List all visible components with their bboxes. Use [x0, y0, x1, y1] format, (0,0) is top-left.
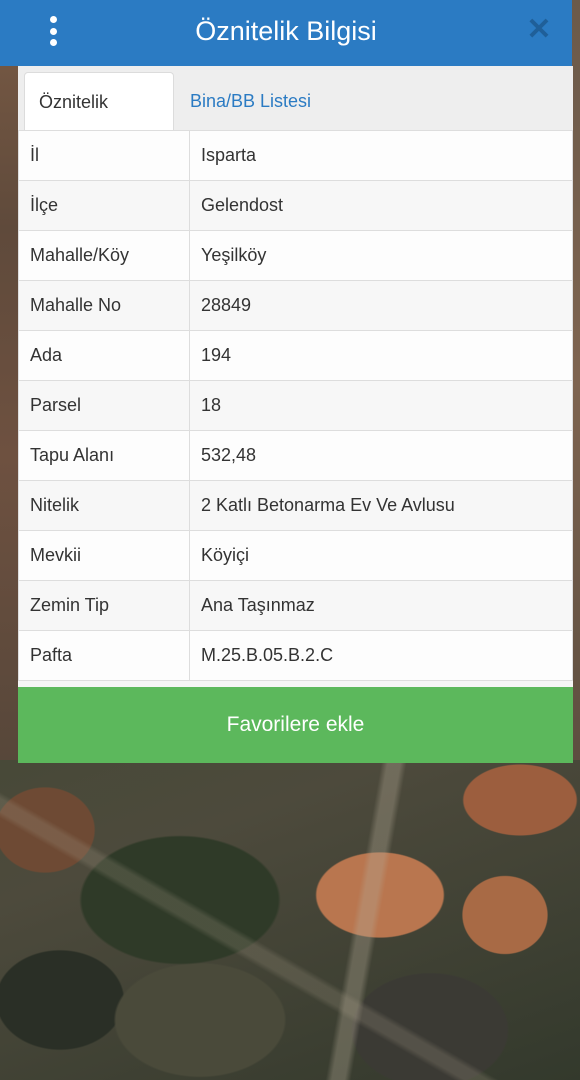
- attr-key: İlçe: [18, 180, 190, 231]
- attr-key: Tapu Alanı: [18, 430, 190, 481]
- attr-key: Mahalle No: [18, 280, 190, 331]
- table-row: Zemin Tip Ana Taşınmaz: [18, 580, 573, 631]
- dialog-header: Öznitelik Bilgisi ✕: [0, 0, 572, 66]
- table-row: Nitelik 2 Katlı Betonarma Ev Ve Avlusu: [18, 480, 573, 531]
- table-row: Ada 194: [18, 330, 573, 381]
- add-to-favorites-button[interactable]: Favorilere ekle: [18, 687, 573, 763]
- attr-key: Nitelik: [18, 480, 190, 531]
- attr-key: Zemin Tip: [18, 580, 190, 631]
- attr-key: İl: [18, 130, 190, 181]
- attr-key: Ada: [18, 330, 190, 381]
- table-row: Mahalle/Köy Yeşilköy: [18, 230, 573, 281]
- attr-key: Mahalle/Köy: [18, 230, 190, 281]
- map-edge-left: [0, 0, 18, 760]
- dialog-title: Öznitelik Bilgisi: [195, 16, 377, 46]
- attribute-panel: Öznitelik Bilgisi Bina/BB Listesi İl Isp…: [18, 66, 573, 763]
- attr-value: Isparta: [189, 130, 573, 181]
- attr-value: 2 Katlı Betonarma Ev Ve Avlusu: [189, 480, 573, 531]
- attr-value: 18: [189, 380, 573, 431]
- attr-key: Parsel: [18, 380, 190, 431]
- map-streets: [0, 760, 580, 1080]
- tab-attribute-info[interactable]: Öznitelik Bilgisi: [24, 72, 174, 170]
- attribute-table: İl Isparta İlçe Gelendost Mahalle/Köy Ye…: [18, 130, 573, 681]
- attr-value: Yeşilköy: [189, 230, 573, 281]
- table-row: Mahalle No 28849: [18, 280, 573, 331]
- attr-value: 28849: [189, 280, 573, 331]
- close-icon[interactable]: ✕: [524, 14, 554, 46]
- attr-value: 194: [189, 330, 573, 381]
- table-row: İlçe Gelendost: [18, 180, 573, 231]
- attr-value: Ana Taşınmaz: [189, 580, 573, 631]
- table-row: İl Isparta: [18, 130, 573, 181]
- table-row: Mevkii Köyiçi: [18, 530, 573, 581]
- attr-value: M.25.B.05.B.2.C: [189, 630, 573, 681]
- attr-value: Gelendost: [189, 180, 573, 231]
- attr-key: Pafta: [18, 630, 190, 681]
- table-row: Tapu Alanı 532,48: [18, 430, 573, 481]
- attr-key: Mevkii: [18, 530, 190, 581]
- tab-bar: Öznitelik Bilgisi Bina/BB Listesi: [18, 66, 573, 170]
- tab-building-list[interactable]: Bina/BB Listesi: [176, 72, 325, 130]
- attr-value: 532,48: [189, 430, 573, 481]
- map-edge-right: [572, 0, 580, 760]
- table-row: Parsel 18: [18, 380, 573, 431]
- attr-value: Köyiçi: [189, 530, 573, 581]
- table-row: Pafta M.25.B.05.B.2.C: [18, 630, 573, 681]
